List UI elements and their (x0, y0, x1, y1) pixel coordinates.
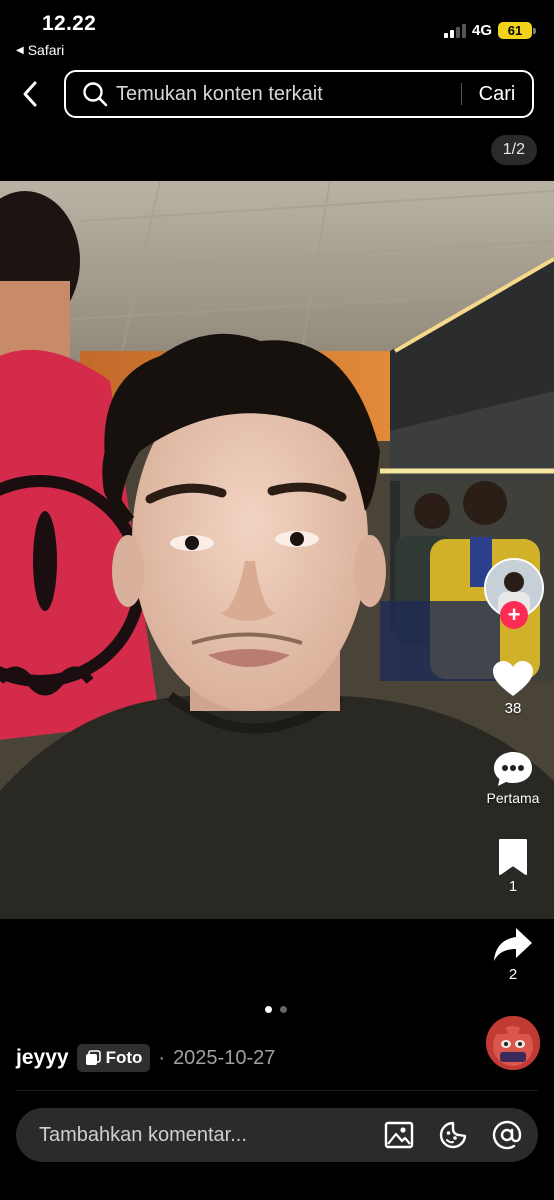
post-type-label: Foto (105, 1048, 143, 1067)
chevron-left-icon (23, 81, 37, 107)
search-input[interactable]: Temukan konten terkait (116, 83, 461, 106)
post-photo[interactable] (0, 181, 554, 919)
status-bar: 12.22 ◀ Safari 4G 61 (0, 0, 554, 64)
bookmark-icon (499, 839, 527, 875)
back-button[interactable] (14, 76, 46, 112)
image-icon[interactable] (384, 1121, 414, 1149)
username[interactable]: jeyyy (16, 1046, 69, 1070)
comment-tools (384, 1120, 538, 1150)
page-counter: 1/2 (490, 135, 537, 165)
music-disc-image (486, 1016, 540, 1070)
status-indicators: 4G 61 (443, 22, 536, 39)
back-app-label: Safari (27, 42, 65, 58)
signal-icon (443, 23, 466, 38)
battery-indicator: 61 (498, 22, 536, 39)
network-type: 4G (471, 22, 492, 39)
clock: 12.22 (42, 12, 97, 35)
carousel-dot (280, 1006, 287, 1013)
comment-bubble-icon (494, 752, 532, 786)
heart-icon (493, 661, 533, 696)
back-triangle-icon: ◀ (16, 44, 24, 56)
like-button[interactable]: 38 (476, 660, 550, 717)
carousel-dot-active (265, 1006, 272, 1013)
like-count: 38 (504, 700, 522, 717)
comment-label: Pertama (486, 790, 540, 806)
comment-input[interactable]: Tambahkan komentar... (39, 1124, 384, 1147)
photo-illustration (0, 181, 554, 919)
save-count: 1 (508, 878, 518, 895)
share-arrow-icon (494, 928, 532, 961)
save-button[interactable]: 1 (476, 838, 550, 895)
comment-button[interactable]: Pertama (476, 750, 550, 806)
share-count: 2 (508, 966, 518, 983)
music-disc[interactable] (486, 1016, 540, 1070)
search-header: Temukan konten terkait Cari (0, 66, 554, 122)
carousel-indicator (265, 1006, 287, 1013)
divider (16, 1090, 538, 1091)
back-to-safari[interactable]: ◀ Safari (16, 42, 64, 58)
post-type-badge: Foto (76, 1044, 151, 1072)
photo-stack-icon (85, 1050, 101, 1065)
emoji-icon[interactable] (438, 1120, 468, 1150)
post-meta: jeyyy Foto · 2025-10-27 (16, 1044, 275, 1072)
post-date: 2025-10-27 (173, 1046, 276, 1069)
comment-bar[interactable]: Tambahkan komentar... (16, 1108, 538, 1162)
share-button[interactable]: 2 (476, 926, 550, 983)
post-date-separator: · (158, 1046, 166, 1069)
at-sign-icon[interactable] (492, 1120, 522, 1150)
search-box[interactable]: Temukan konten terkait Cari (64, 70, 534, 118)
search-icon (83, 82, 108, 107)
search-button[interactable]: Cari (462, 83, 532, 106)
follow-button[interactable]: + (500, 601, 528, 629)
